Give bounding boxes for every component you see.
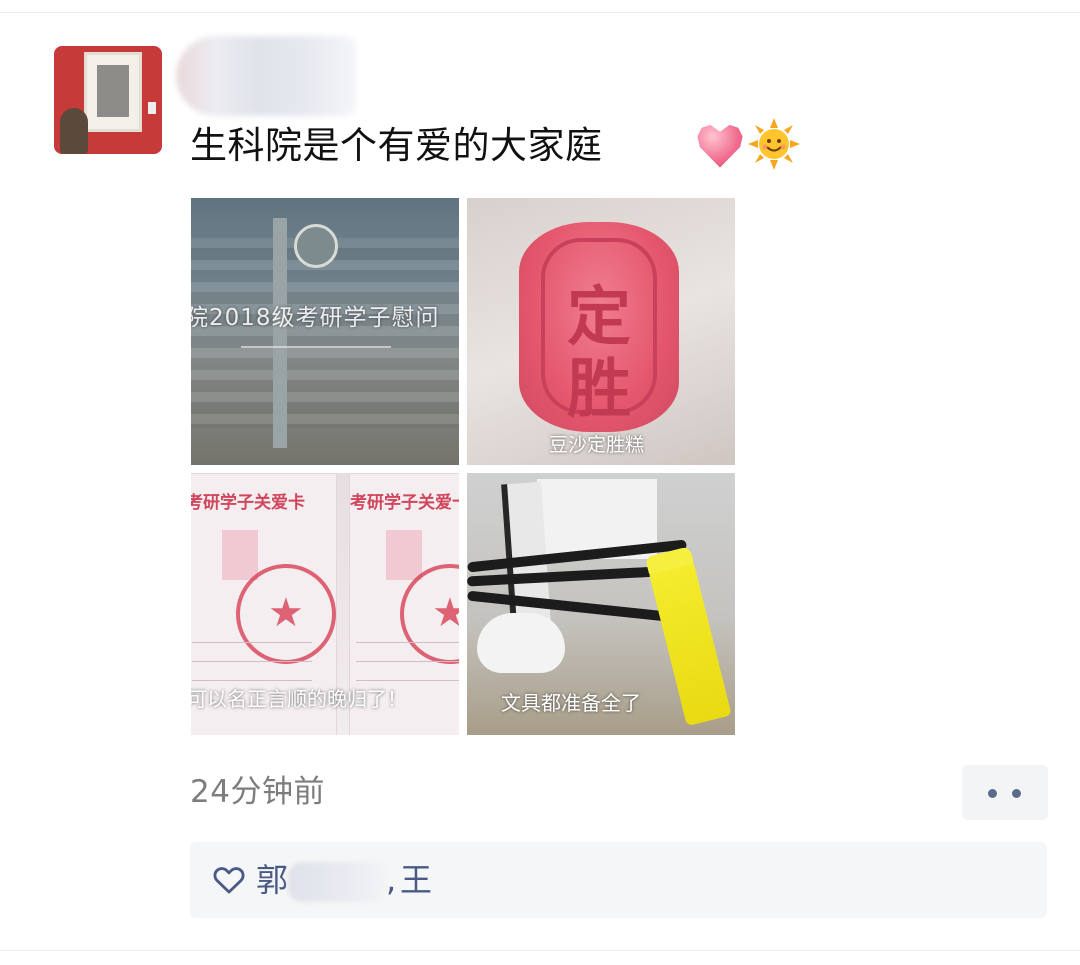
liker-name[interactable]: 王 <box>400 856 432 904</box>
more-dots-icon <box>988 789 997 798</box>
photo-cards[interactable]: 考研学子关爱卡 考研学子关爱卡 可以名正言顺的晚归了！ <box>191 473 459 735</box>
photo-banner[interactable]: 院2018级考研学子慰问 <box>191 198 459 465</box>
bottom-divider <box>0 950 1080 951</box>
avatar[interactable] <box>54 46 162 154</box>
photo-cake[interactable]: 定 胜 豆沙定胜糕 <box>467 198 735 465</box>
liker-name-visible: 郭 <box>256 861 289 899</box>
avatar-plaque <box>148 102 156 114</box>
building-facade <box>191 238 459 428</box>
correction-tape <box>477 613 565 673</box>
banner-underline <box>241 346 391 348</box>
card-header: 考研学子关爱卡 <box>350 493 459 513</box>
avatar-painting <box>84 52 142 132</box>
photo-caption: 文具都准备全了 <box>501 691 641 715</box>
more-button[interactable] <box>962 765 1048 820</box>
liker-name[interactable]: 郭 <box>256 856 389 904</box>
smiling-sun-emoji-icon <box>748 118 800 170</box>
pillar <box>273 218 287 448</box>
school-logo-icon <box>294 224 338 268</box>
glue-stick <box>648 559 732 727</box>
name-separator: , <box>386 861 397 899</box>
photo-placeholder <box>386 530 422 580</box>
card-header: 考研学子关爱卡 <box>191 493 305 513</box>
photo-caption: 可以名正言顺的晚归了！ <box>191 687 407 711</box>
cake-char-bottom: 胜 <box>567 353 631 427</box>
cake: 定 胜 <box>519 222 679 432</box>
likes-bar: 郭 , 王 <box>190 842 1047 918</box>
photo-caption: 豆沙定胜糕 <box>549 434 645 456</box>
liker-name-visible: 王 <box>400 861 433 899</box>
post-text: 生科院是个有爱的大家庭 <box>190 124 603 167</box>
username-blurred[interactable] <box>176 36 356 116</box>
avatar-person <box>60 108 88 154</box>
banner-text: 院2018级考研学子慰问 <box>191 305 440 331</box>
photo-placeholder <box>222 530 258 580</box>
name-blur <box>288 862 389 902</box>
post-timestamp: 24分钟前 <box>190 774 325 810</box>
more-dots-icon <box>1012 789 1021 798</box>
photo-stationery[interactable]: 文具都准备全了 <box>467 473 735 735</box>
heart-emoji-icon <box>697 124 743 168</box>
heart-outline-icon <box>213 867 245 894</box>
top-divider <box>0 12 1080 13</box>
